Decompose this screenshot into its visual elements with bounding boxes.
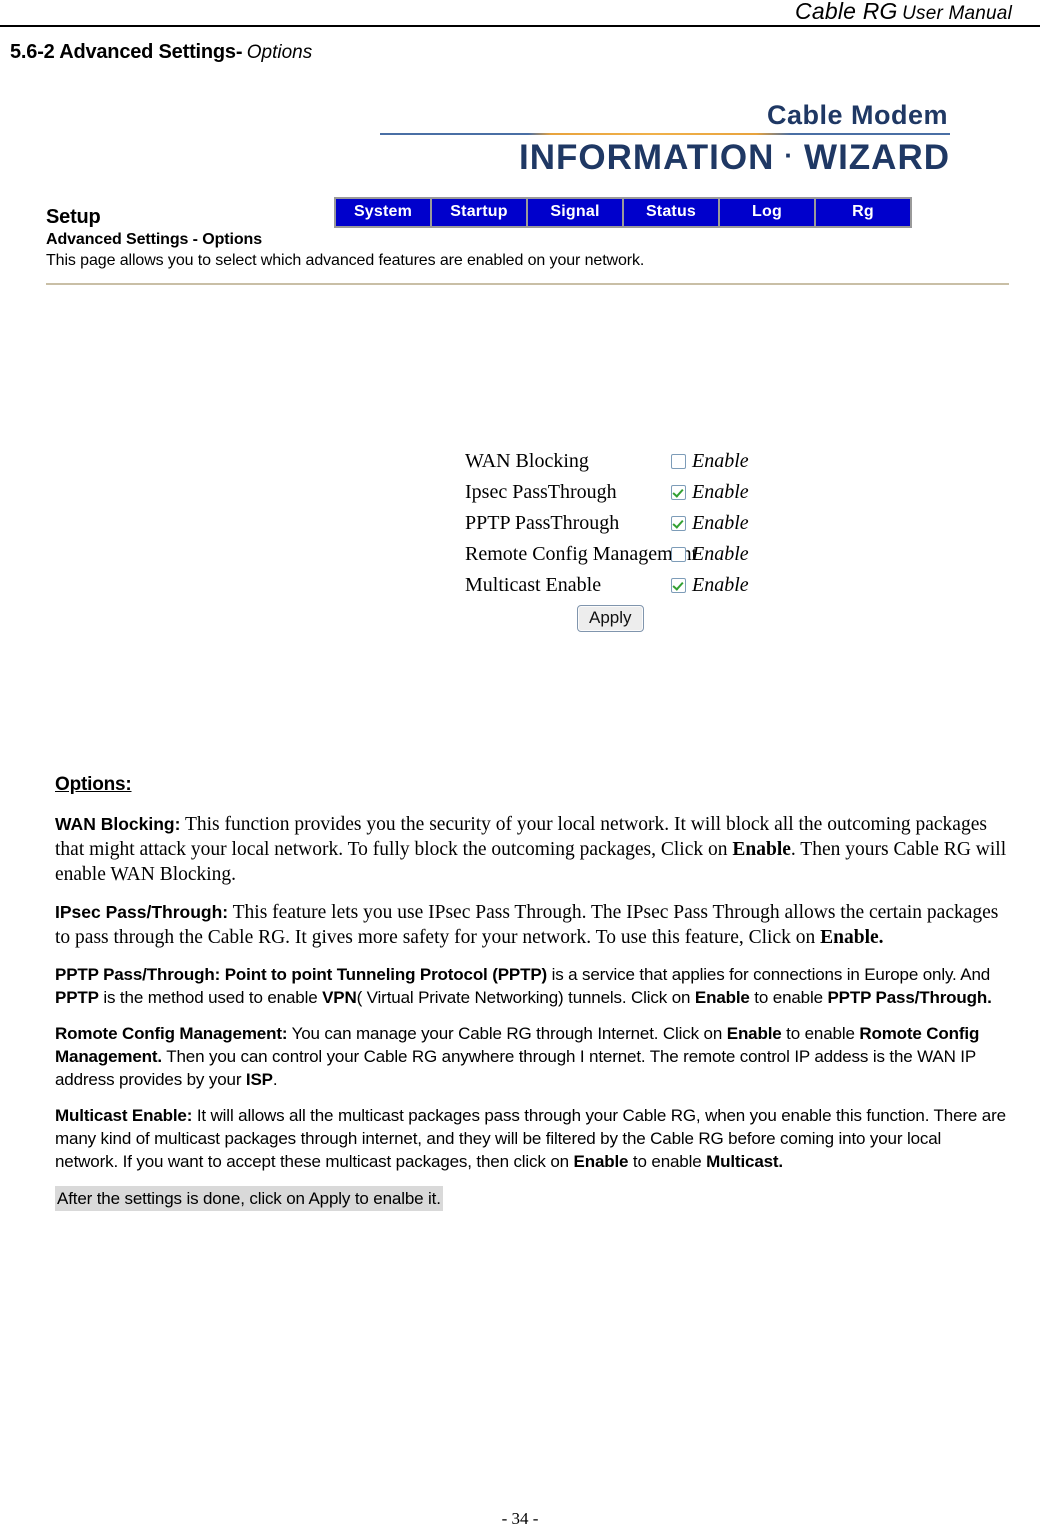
description-text: to enable bbox=[628, 1152, 707, 1171]
description-text: It will allows all the multicast package… bbox=[55, 1106, 1006, 1171]
emphasis-text: Enable bbox=[726, 1024, 782, 1043]
closing-note-wrap: After the settings is done, click on App… bbox=[55, 1186, 1007, 1211]
setup-title: Setup bbox=[46, 206, 101, 228]
manual-title: Cable RG User Manual bbox=[795, 0, 1012, 25]
description-text: ( Virtual Private Networking) tunnels. C… bbox=[356, 988, 695, 1007]
product-banner: Cable Modem INFORMATION · WIZARD bbox=[380, 100, 950, 177]
emphasis-text: Enable bbox=[694, 988, 750, 1007]
description-term: PPTP Pass/Through: bbox=[55, 965, 221, 984]
checkbox-label: Enable bbox=[692, 481, 749, 503]
header-divider bbox=[0, 25, 1040, 27]
checkbox-label: Enable bbox=[692, 543, 749, 565]
description-text: . bbox=[272, 1070, 278, 1089]
options-heading: Options: bbox=[55, 774, 132, 795]
page-footer: - 34 - bbox=[0, 1509, 1040, 1529]
form-label: WAN Blocking bbox=[465, 450, 589, 472]
description-term: WAN Blocking: bbox=[55, 814, 181, 834]
brand-information: INFORMATION bbox=[519, 138, 775, 177]
description-paragraph: PPTP Pass/Through: Point to point Tunnel… bbox=[55, 963, 1007, 1009]
checkbox-label: Enable bbox=[692, 450, 749, 472]
section-subtitle: Options bbox=[246, 42, 313, 63]
emphasis-text: PPTP bbox=[55, 988, 99, 1007]
description-paragraph: IPsec Pass/Through: This feature lets yo… bbox=[55, 900, 1007, 950]
manual-title-main: Cable RG bbox=[795, 0, 898, 24]
form-row: PPTP PassThrough Enable bbox=[465, 508, 749, 539]
description-text: Then you can control your Cable RG anywh… bbox=[55, 1047, 976, 1089]
description-paragraph: Romote Config Management: You can manage… bbox=[55, 1022, 1007, 1091]
emphasis-text: Multicast. bbox=[706, 1152, 784, 1171]
brand-divider bbox=[380, 133, 950, 135]
description-text: to enable bbox=[781, 1024, 860, 1043]
emphasis-text: ISP bbox=[245, 1070, 273, 1089]
checkbox-remote-config-management[interactable] bbox=[671, 547, 686, 562]
setup-subtitle: Advanced Settings - Options bbox=[46, 231, 262, 248]
form-label: PPTP PassThrough bbox=[465, 512, 620, 534]
options-descriptions: WAN Blocking: This function provides you… bbox=[55, 812, 1007, 1173]
closing-note: After the settings is done, click on App… bbox=[55, 1186, 443, 1211]
form-row: Remote Config Management Enable bbox=[465, 539, 749, 570]
form-row: Multicast Enable Enable bbox=[465, 570, 749, 601]
setup-description: This page allows you to select which adv… bbox=[46, 252, 645, 269]
brand-separator-dot: · bbox=[784, 140, 795, 170]
body-copy: Options: WAN Blocking: This function pro… bbox=[55, 774, 1007, 1211]
form-label: Multicast Enable bbox=[465, 574, 602, 596]
form-row: Ipsec PassThrough Enable bbox=[465, 477, 749, 508]
form-label: Remote Config Management bbox=[465, 543, 698, 565]
page-title: 5.6-2 Advanced Settings- Options bbox=[10, 41, 312, 64]
emphasis-text: Enable. bbox=[820, 927, 884, 948]
setup-block: Setup Advanced Settings - Options This p… bbox=[46, 205, 1009, 285]
options-form: WAN Blocking Enable Ipsec PassThrough Enabl… bbox=[465, 446, 749, 632]
brand-wizard: WIZARD bbox=[804, 138, 950, 177]
setup-divider bbox=[46, 283, 1009, 285]
brand-information-wizard: INFORMATION · WIZARD bbox=[380, 136, 950, 177]
checkbox-label: Enable bbox=[692, 512, 749, 534]
checkbox-pptp-passthrough[interactable] bbox=[671, 516, 686, 531]
page-number: - 34 - bbox=[501, 1509, 539, 1528]
description-text: is a service that applies for connection… bbox=[547, 965, 991, 984]
description-paragraph: WAN Blocking: This function provides you… bbox=[55, 812, 1007, 887]
apply-button[interactable]: Apply bbox=[577, 605, 644, 632]
description-term: Romote Config Management: bbox=[55, 1024, 288, 1043]
emphasis-text: Point to point Tunneling Protocol (PPTP) bbox=[224, 965, 548, 984]
brand-cable-modem: Cable Modem bbox=[766, 100, 948, 130]
apply-button-wrap: Apply bbox=[465, 605, 749, 632]
description-text: You can manage your Cable RG through Int… bbox=[287, 1024, 727, 1043]
checkbox-multicast-enable[interactable] bbox=[671, 578, 686, 593]
page-header: Cable RG User Manual bbox=[0, 0, 1040, 27]
emphasis-text: Enable bbox=[732, 839, 791, 860]
form-label: Ipsec PassThrough bbox=[465, 481, 617, 503]
manual-title-sub: User Manual bbox=[902, 3, 1012, 24]
emphasis-text: Enable bbox=[573, 1152, 629, 1171]
section-number-title: 5.6-2 Advanced Settings- bbox=[10, 41, 243, 63]
emphasis-text: PPTP Pass/Through. bbox=[827, 988, 992, 1007]
description-term: IPsec Pass/Through: bbox=[55, 902, 229, 922]
emphasis-text: VPN bbox=[322, 988, 357, 1007]
checkbox-label: Enable bbox=[692, 574, 749, 596]
checkbox-ipsec-passthrough[interactable] bbox=[671, 485, 686, 500]
description-paragraph: Multicast Enable: It will allows all the… bbox=[55, 1104, 1007, 1173]
checkbox-wan-blocking[interactable] bbox=[671, 454, 686, 469]
description-text: is the method used to enable bbox=[98, 988, 323, 1007]
description-text: to enable bbox=[749, 988, 828, 1007]
form-row: WAN Blocking Enable bbox=[465, 446, 749, 477]
description-term: Multicast Enable: bbox=[55, 1106, 193, 1125]
